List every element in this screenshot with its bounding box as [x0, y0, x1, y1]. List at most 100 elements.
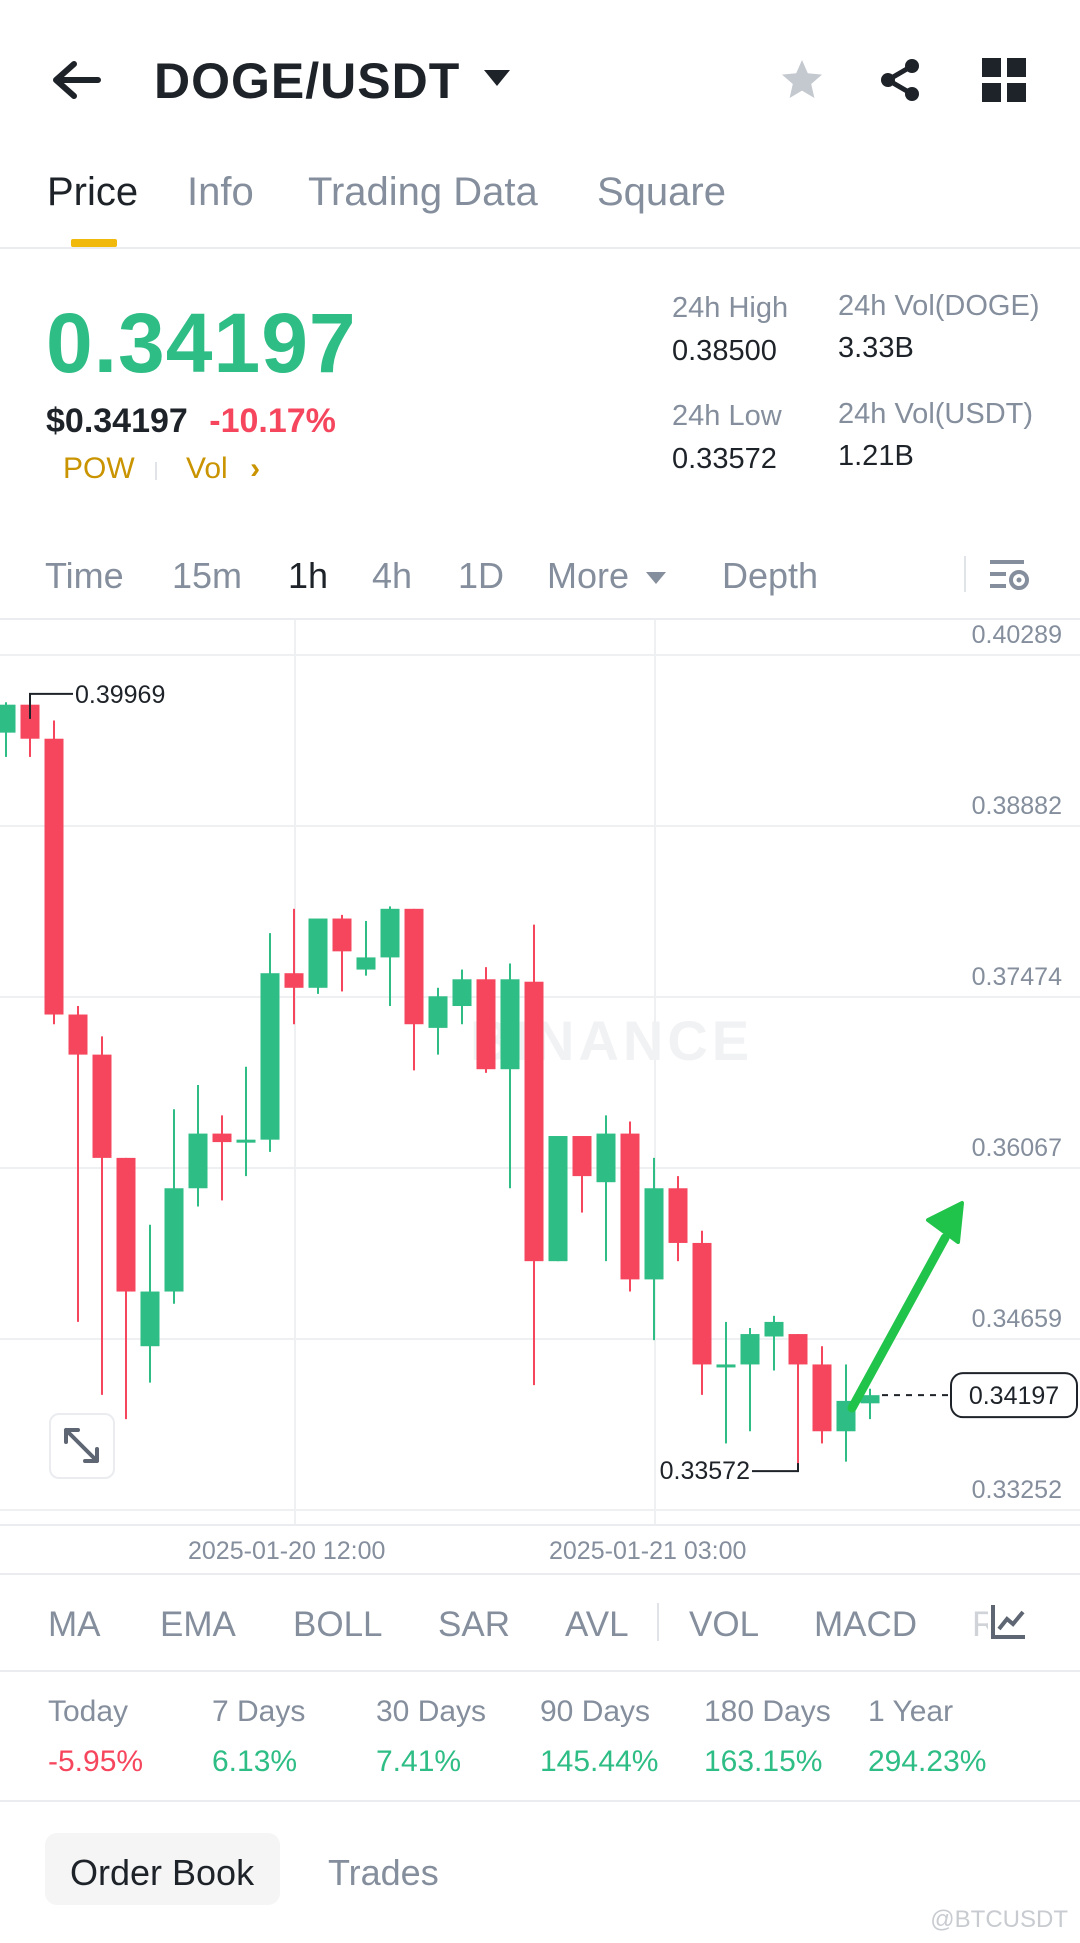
chevron-right-icon: › [250, 452, 261, 485]
indicator-settings-icon[interactable] [990, 1602, 1028, 1645]
interval-more[interactable]: More [547, 555, 667, 597]
candle-body [0, 704, 16, 733]
vol-link[interactable]: Vol › [186, 452, 260, 486]
candle-body [452, 979, 472, 1007]
candle-body [812, 1364, 832, 1432]
tab-price[interactable]: Price [47, 170, 138, 215]
chart-annotations: 0.39969 0.33572 0.34197 [29, 681, 1078, 1485]
indicator-rsi-partial: R [972, 1605, 988, 1644]
y-tick-label: 0.33252 [972, 1476, 1062, 1504]
candle-body [572, 1136, 592, 1177]
caret-down-icon[interactable] [482, 68, 512, 95]
indicator-overflow[interactable]: R [972, 1605, 988, 1649]
interval-15m[interactable]: 15m [172, 555, 242, 597]
y-tick-label: 0.34659 [972, 1305, 1062, 1333]
tab-trading-data[interactable]: Trading Data [308, 170, 538, 215]
candle-body [500, 979, 520, 1070]
candle-body [404, 908, 424, 1025]
candle-body [428, 996, 448, 1028]
candle-body [716, 1364, 736, 1368]
tab-info[interactable]: Info [187, 170, 254, 215]
candle-body [308, 918, 328, 988]
tab-square[interactable]: Square [597, 170, 726, 215]
candlestick-chart[interactable]: BINANCE 0.402890.388820.374740.360670.34… [0, 620, 1080, 1580]
perf-value-today: -5.95% [48, 1745, 144, 1778]
star-icon[interactable] [778, 56, 826, 109]
perf-label-7d: 7 Days [212, 1695, 306, 1728]
candle-body [692, 1242, 712, 1365]
expand-icon[interactable] [49, 1413, 115, 1479]
high-annotation: 0.39969 [75, 681, 165, 709]
usd-price-row: $0.34197 -10.17% [46, 402, 336, 441]
back-arrow-icon[interactable] [48, 58, 104, 102]
indicator-boll[interactable]: BOLL [293, 1605, 383, 1645]
tabs-divider [0, 247, 1080, 249]
perf-label-180d: 180 Days [704, 1695, 831, 1728]
last-price-label: 0.34197 [969, 1382, 1059, 1410]
vol-usdt-label: 24h Vol(USDT) [838, 398, 1034, 430]
interval-1h[interactable]: 1h [288, 555, 328, 597]
perf-value-90d: 145.44% [540, 1745, 659, 1778]
performance-divider [0, 1800, 1080, 1802]
indicator-divider [0, 1670, 1080, 1672]
tag-separator [155, 462, 157, 480]
candle-body [788, 1334, 808, 1365]
interval-4h[interactable]: 4h [372, 555, 412, 597]
y-axis-labels: 0.40289 0.38882 0.37474 0.36067 0.34659 0.332… [972, 621, 1062, 1504]
chart-bottom-divider [0, 1573, 1080, 1575]
high-label: 24h High [672, 292, 789, 324]
candle-body [44, 738, 64, 1015]
interval-more-label: More [547, 555, 630, 596]
price-change: -10.17% [209, 402, 336, 440]
y-tick-label: 0.36067 [972, 1134, 1062, 1162]
candle-body [260, 973, 280, 1140]
vol-doge-value: 3.33B [838, 332, 914, 364]
candle-body [764, 1321, 784, 1337]
indicator-macd[interactable]: MACD [814, 1605, 917, 1645]
pair-title[interactable]: DOGE/USDT [154, 52, 460, 110]
perf-label-1y: 1 Year [868, 1695, 954, 1728]
candle-body [284, 973, 304, 988]
indicator-ma[interactable]: MA [48, 1605, 101, 1645]
candle-body [644, 1188, 664, 1280]
interval-time[interactable]: Time [45, 555, 124, 597]
indicator-avl[interactable]: AVL [565, 1605, 629, 1645]
order-book-label: Order Book [70, 1852, 255, 1893]
candle-body [116, 1157, 136, 1292]
trades-tab[interactable]: Trades [328, 1852, 439, 1894]
chart-settings-icon[interactable] [990, 558, 1030, 599]
indicator-ema[interactable]: EMA [160, 1605, 236, 1645]
indicator-vol[interactable]: VOL [689, 1605, 759, 1645]
candle-body [332, 918, 352, 952]
more-caret-icon [646, 572, 667, 585]
candle-body [236, 1139, 256, 1143]
candle-body [188, 1133, 208, 1189]
perf-label-90d: 90 Days [540, 1695, 651, 1728]
high-value: 0.38500 [672, 335, 777, 367]
vol-doge-label: 24h Vol(DOGE) [838, 290, 1040, 322]
share-icon[interactable] [876, 56, 924, 109]
perf-label-today: Today [48, 1695, 129, 1728]
tag-pow[interactable]: POW [63, 452, 135, 486]
trend-arrow-shaft [847, 1233, 950, 1413]
candle-body [668, 1188, 688, 1243]
interval-1d[interactable]: 1D [458, 555, 504, 597]
candle-body [164, 1188, 184, 1292]
grid-icon[interactable] [982, 58, 1026, 107]
y-tick-label: 0.37474 [972, 963, 1062, 991]
candle-body [476, 979, 496, 1070]
candle-body [596, 1133, 616, 1183]
candle-body [548, 1136, 568, 1262]
vol-link-label: Vol [186, 452, 228, 485]
candle-body [380, 908, 400, 958]
low-label: 24h Low [672, 400, 782, 432]
interval-separator [964, 556, 966, 592]
x-tick-label-1: 2025-01-20 12:00 [188, 1537, 386, 1565]
indicator-sar[interactable]: SAR [438, 1605, 510, 1645]
candle-body [620, 1133, 640, 1280]
last-price: 0.34197 [46, 296, 357, 390]
interval-depth[interactable]: Depth [722, 555, 818, 597]
y-tick-label: 0.38882 [972, 792, 1062, 820]
perf-value-7d: 6.13% [212, 1745, 298, 1778]
candle-body [356, 957, 376, 970]
